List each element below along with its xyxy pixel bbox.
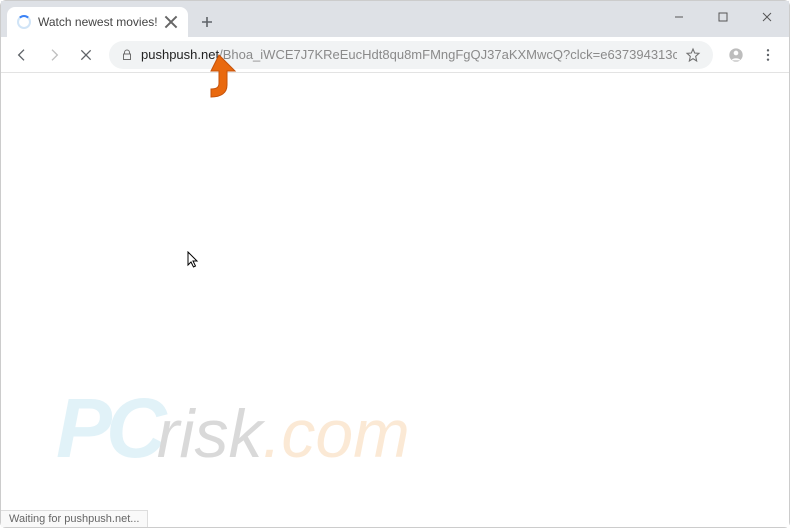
url-path: /Bhoa_iWCE7J7KReEucHdt8qu8mFMngFgQJ37aKX… bbox=[219, 47, 677, 62]
status-text: Waiting for pushpush.net... bbox=[9, 513, 139, 525]
lock-icon bbox=[121, 49, 133, 61]
forward-button[interactable] bbox=[39, 40, 69, 70]
watermark-logo: PC risk .com bbox=[56, 380, 410, 477]
tab-title: Watch newest movies! bbox=[38, 15, 158, 29]
annotation-arrow-icon bbox=[201, 53, 241, 101]
address-bar[interactable]: pushpush.net/Bhoa_iWCE7J7KReEucHdt8qu8mF… bbox=[109, 41, 713, 69]
watermark-risk: risk bbox=[157, 395, 263, 473]
window-close-button[interactable] bbox=[745, 2, 789, 32]
maximize-button[interactable] bbox=[701, 2, 745, 32]
new-tab-button[interactable] bbox=[194, 9, 220, 35]
profile-button[interactable] bbox=[721, 40, 751, 70]
watermark-com: .com bbox=[262, 395, 409, 473]
stop-reload-button[interactable] bbox=[71, 40, 101, 70]
toolbar: pushpush.net/Bhoa_iWCE7J7KReEucHdt8qu8mF… bbox=[1, 37, 789, 73]
bookmark-star-icon[interactable] bbox=[685, 47, 701, 63]
back-button[interactable] bbox=[7, 40, 37, 70]
tab-spinner-icon bbox=[17, 15, 31, 29]
tab-close-button[interactable] bbox=[164, 15, 178, 29]
window-controls bbox=[657, 1, 789, 33]
browser-tab[interactable]: Watch newest movies! bbox=[7, 7, 188, 37]
status-bar: Waiting for pushpush.net... bbox=[1, 510, 148, 527]
watermark-pc: PC bbox=[56, 380, 161, 477]
cursor-icon bbox=[187, 251, 199, 267]
menu-button[interactable] bbox=[753, 40, 783, 70]
minimize-button[interactable] bbox=[657, 2, 701, 32]
